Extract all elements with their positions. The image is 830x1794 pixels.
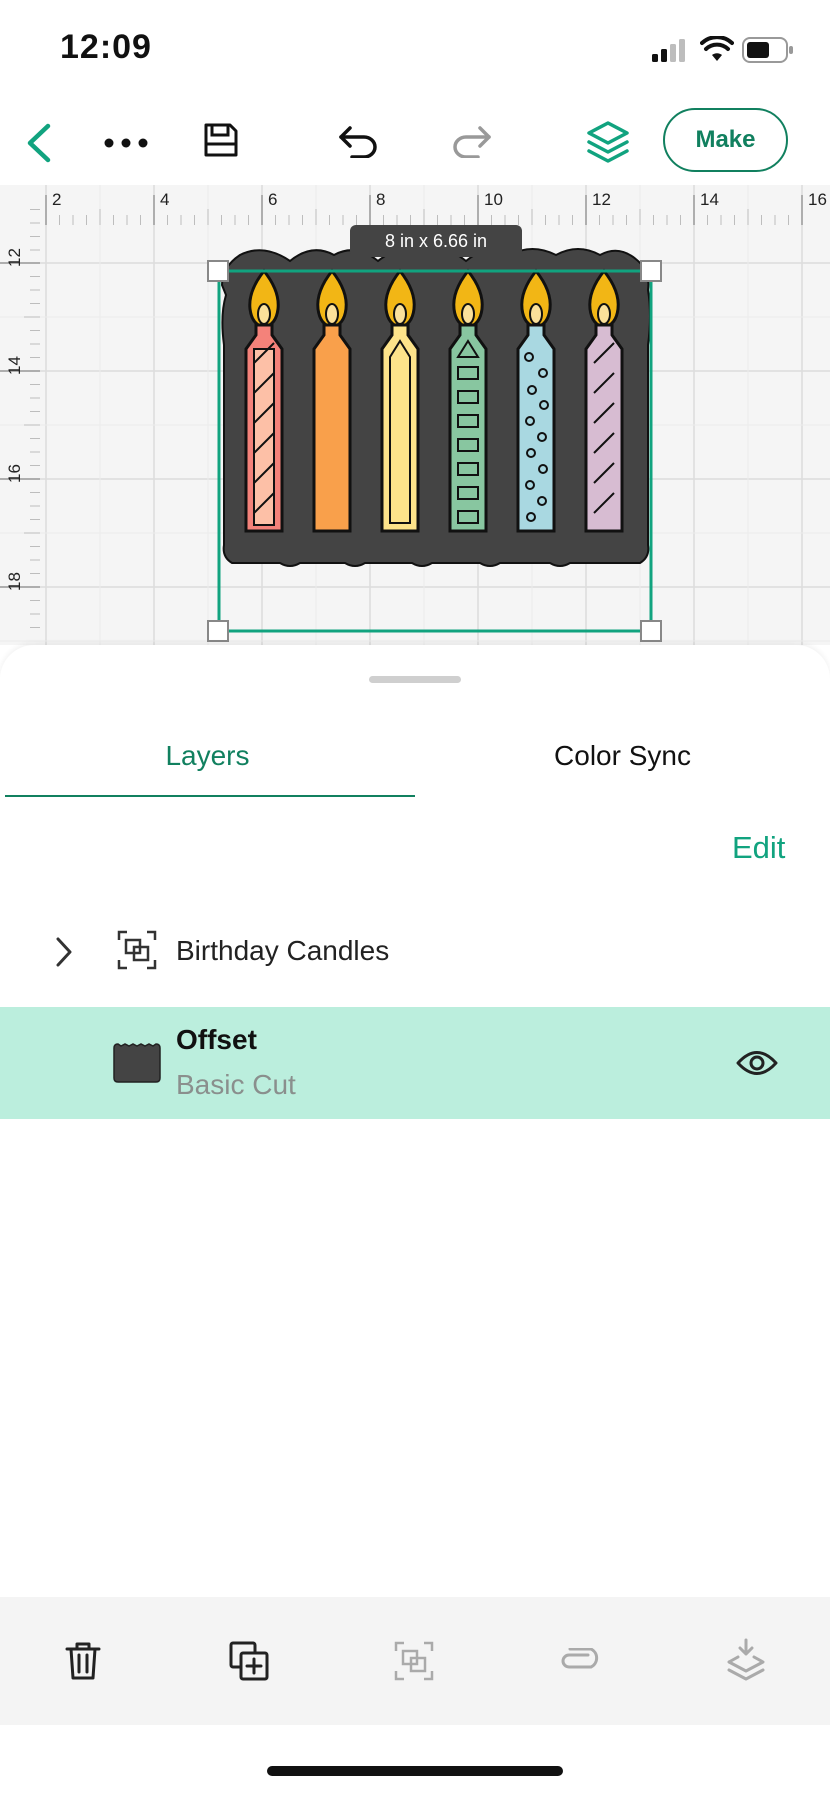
tab-color-sync[interactable]: Color Sync (415, 740, 830, 772)
size-badge: 8 in x 6.66 in (350, 225, 522, 257)
ruler-top-2: 2 (52, 190, 62, 209)
group-icon (117, 930, 157, 970)
layers-panel (0, 645, 830, 1605)
redo-icon[interactable] (450, 124, 492, 158)
attach-icon[interactable] (558, 1648, 602, 1674)
duplicate-icon[interactable] (229, 1641, 269, 1681)
cellular-signal-icon (652, 39, 685, 62)
ruler-left-12: 12 (5, 248, 24, 267)
resize-handle-top-left[interactable] (207, 260, 229, 282)
ruler-top-8: 8 (376, 190, 386, 209)
ruler-top-4: 4 (160, 190, 170, 209)
status-time: 12:09 (60, 28, 152, 66)
tab-layers[interactable]: Layers (0, 740, 415, 772)
trash-icon[interactable] (64, 1641, 102, 1681)
candle-6 (584, 268, 624, 533)
ruler-top-6: 6 (268, 190, 278, 209)
wifi-icon (700, 36, 734, 61)
group-name: Birthday Candles (176, 935, 390, 966)
undo-icon[interactable] (338, 124, 380, 158)
candle-5 (516, 268, 556, 533)
group-action-icon[interactable] (394, 1641, 434, 1681)
save-icon[interactable] (203, 122, 239, 158)
ruler-top-12: 12 (592, 190, 611, 209)
chevron-right-icon[interactable] (54, 936, 74, 968)
resize-handle-top-right[interactable] (640, 260, 662, 282)
make-button[interactable]: Make (663, 108, 788, 172)
resize-handle-bottom-right[interactable] (640, 620, 662, 642)
home-indicator (267, 1766, 563, 1776)
ruler-top-10: 10 (484, 190, 503, 209)
ruler-top-14: 14 (700, 190, 719, 209)
candle-2 (312, 268, 352, 533)
eye-visibility-icon[interactable] (736, 1048, 778, 1078)
ruler-top-16: 16 (808, 190, 827, 209)
status-bar: 12:09 (0, 0, 830, 100)
ruler-left-18: 18 (5, 572, 24, 591)
layer-subtitle: Basic Cut (176, 1069, 296, 1100)
back-chevron-icon[interactable] (24, 122, 54, 164)
candle-1 (244, 268, 284, 533)
candle-3 (380, 268, 420, 533)
flatten-icon[interactable] (726, 1638, 766, 1682)
resize-handle-bottom-left[interactable] (207, 620, 229, 642)
sheet-drag-handle[interactable] (369, 676, 461, 683)
ruler-left-16: 16 (5, 464, 24, 483)
ruler-left-14: 14 (5, 356, 24, 375)
active-tab-indicator (5, 795, 415, 797)
edit-button[interactable]: Edit (732, 830, 785, 866)
layers-icon[interactable] (586, 120, 630, 164)
battery-icon (742, 37, 793, 63)
design-canvas[interactable]: 2 4 6 8 10 12 14 16 12 14 16 18 8 in x 6… (0, 185, 830, 645)
candle-4 (448, 268, 488, 533)
layer-title: Offset (176, 1024, 257, 1055)
more-options-icon[interactable] (104, 137, 148, 149)
offset-layer-thumbnail (113, 1043, 161, 1083)
